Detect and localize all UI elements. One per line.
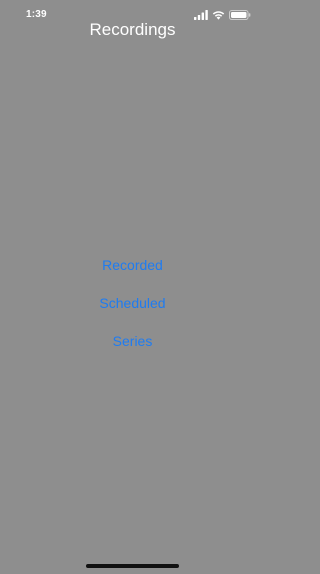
- recordings-menu: Recorded Scheduled Series: [0, 255, 265, 369]
- wifi-icon: [212, 10, 225, 20]
- recordings-screen: 1:39 Recordings Recorded Scheduled Serie…: [0, 0, 265, 574]
- status-time: 1:39: [26, 9, 47, 20]
- page-title: Recordings: [89, 20, 176, 39]
- battery-icon: [229, 10, 251, 20]
- home-indicator[interactable]: [86, 564, 179, 568]
- scheduled-button[interactable]: Scheduled: [93, 293, 171, 314]
- recorded-button[interactable]: Recorded: [96, 255, 169, 276]
- signal-icon: [194, 10, 208, 20]
- series-button[interactable]: Series: [107, 331, 159, 352]
